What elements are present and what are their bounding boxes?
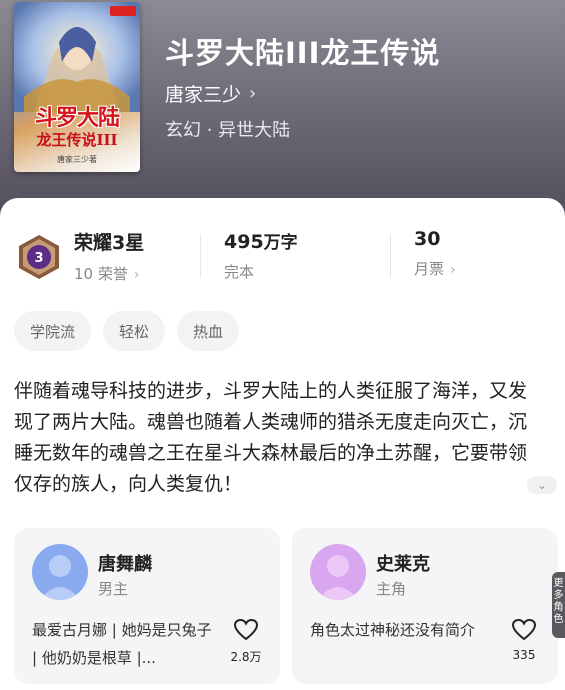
chevron-right-icon: ›	[133, 267, 140, 283]
divider	[200, 234, 201, 278]
tickets-label: 月票	[414, 260, 445, 278]
like-button[interactable]: 2.8万	[226, 618, 266, 665]
tag-list: 学院流 轻松 热血	[14, 311, 251, 351]
book-status: 完本	[224, 263, 255, 281]
word-count: 495	[224, 231, 264, 253]
book-header: 斗罗大陆 龙王传说III 唐家三少著 斗罗大陆III龙王传说 唐家三少 › 玄幻…	[0, 0, 565, 230]
like-button[interactable]: 335	[504, 618, 544, 662]
expand-synopsis-button[interactable]: ⌄	[527, 476, 557, 494]
more-characters-tab[interactable]: 更多角色	[552, 572, 565, 638]
heart-icon	[511, 618, 537, 641]
ticket-count: 30	[414, 228, 441, 250]
honor-medal-icon[interactable]: 3	[16, 234, 62, 280]
author-name: 唐家三少	[165, 84, 242, 106]
cover-art	[14, 2, 140, 112]
character-card[interactable]: 史莱克 主角 角色太过神秘还没有简介 335	[292, 528, 558, 684]
like-count: 2.8万	[230, 650, 262, 664]
character-name: 唐舞麟	[98, 554, 152, 575]
tag-chip[interactable]: 学院流	[14, 311, 92, 351]
word-count-stat: 495万字 完本	[224, 228, 298, 282]
book-cover[interactable]: 斗罗大陆 龙王传说III 唐家三少著	[14, 2, 140, 172]
character-role: 主角	[376, 580, 407, 598]
cover-title: 斗罗大陆	[34, 105, 120, 131]
divider	[390, 234, 391, 278]
medal-number: 3	[34, 251, 43, 266]
honor-count: 10 荣誉	[74, 265, 128, 283]
character-avatar	[32, 544, 88, 600]
detail-card: 3 荣耀3星 10 荣誉 › 495万字 完本 30 月票 › 学院流 轻松 热血 …	[0, 198, 565, 690]
character-description: 角色太过神秘还没有简介	[310, 621, 476, 639]
genre-label: 玄幻 · 异世大陆	[165, 120, 291, 141]
tag-chip[interactable]: 热血	[177, 311, 240, 351]
cover-subtitle: 龙王传说III	[36, 131, 118, 149]
character-role: 男主	[98, 580, 129, 598]
character-name: 史莱克	[376, 554, 430, 575]
book-title: 斗罗大陆III龙王传说	[165, 36, 441, 70]
cover-author: 唐家三少著	[57, 155, 97, 164]
character-description: 最爱古月娜 | 她妈是只兔子 | 他奶奶是根草 |...	[32, 621, 212, 667]
tag-chip[interactable]: 轻松	[103, 311, 166, 351]
tickets-stat[interactable]: 30 月票 ›	[414, 228, 456, 279]
character-avatar	[310, 544, 366, 600]
chevron-down-icon: ⌄	[536, 478, 548, 492]
synopsis-text: 伴随着魂导科技的进步，斗罗大陆上的人类征服了海洋，又发现了两片大陆。魂兽也随着人…	[14, 380, 528, 495]
word-unit: 万字	[263, 233, 298, 253]
character-card[interactable]: 唐舞麟 男主 最爱古月娜 | 她妈是只兔子 | 他奶奶是根草 |... 2.8万	[14, 528, 280, 684]
author-link[interactable]: 唐家三少 ›	[165, 80, 256, 107]
publisher-badge	[110, 6, 136, 16]
honor-stat[interactable]: 荣耀3星 10 荣誉 ›	[74, 228, 144, 284]
heart-icon	[233, 618, 259, 641]
like-count: 335	[512, 648, 536, 662]
honor-level: 荣耀3星	[74, 232, 145, 254]
chevron-right-icon: ›	[450, 262, 456, 278]
chevron-right-icon: ›	[249, 83, 257, 104]
